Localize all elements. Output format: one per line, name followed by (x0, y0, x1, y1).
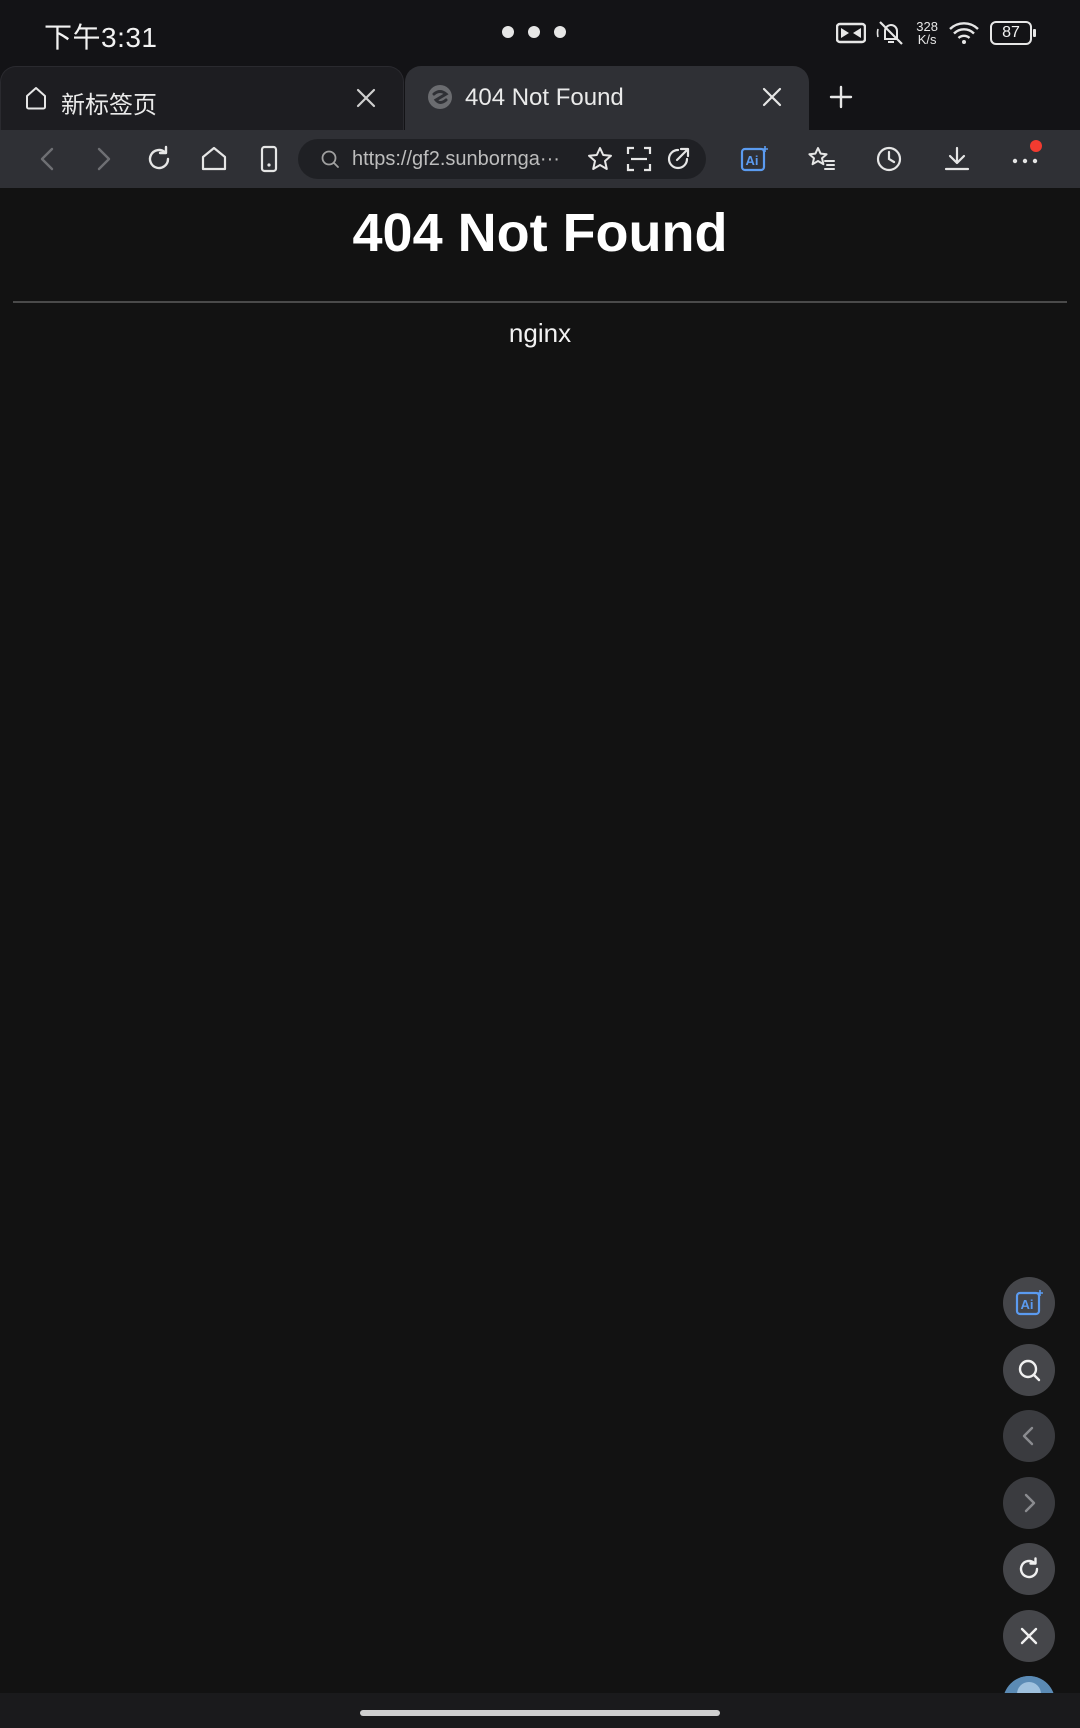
navigation-bar (0, 1693, 1080, 1728)
notification-dot (1030, 140, 1042, 152)
scan-icon[interactable] (625, 145, 653, 173)
forward-icon (1024, 1493, 1036, 1513)
status-bar: 下午3:31 328 K/s 87 (0, 0, 1080, 66)
home-icon[interactable] (199, 144, 229, 174)
tab-404-not-found[interactable]: 404 Not Found (405, 66, 809, 130)
floating-search-button[interactable] (1003, 1344, 1055, 1396)
status-icons: 328 K/s 87 (836, 18, 1036, 48)
forward-icon[interactable] (88, 144, 118, 174)
svg-text:Ai: Ai (1021, 1297, 1034, 1312)
tab-new-tab[interactable]: 新标签页 (0, 66, 404, 130)
net-speed: 328 K/s (916, 19, 938, 47)
mute-bell-icon (876, 21, 904, 45)
device-mode-icon[interactable] (254, 144, 284, 174)
history-clock-icon[interactable] (874, 144, 904, 174)
floating-back-button[interactable] (1003, 1410, 1055, 1462)
favorites-list-icon[interactable] (806, 144, 836, 174)
ai-assistant-icon[interactable]: Ai (739, 144, 769, 174)
wifi-icon (949, 22, 979, 44)
search-icon (321, 150, 339, 168)
close-tab-icon[interactable] (353, 85, 379, 111)
tab-title: 404 Not Found (465, 84, 624, 111)
url-text[interactable]: https://gf2.sunbornga··· (352, 148, 566, 171)
browser-screen: 下午3:31 328 K/s 87 新标签页 404 Not Found htt… (0, 0, 1080, 1728)
web-page-content: 404 Not Found nginx (0, 188, 1080, 1693)
browser-logo-icon (428, 85, 452, 109)
svg-text:Ai: Ai (746, 153, 759, 168)
dual-window-icon (836, 22, 867, 44)
refresh-icon (1019, 1557, 1039, 1579)
search-icon (1018, 1359, 1041, 1382)
bookmark-star-icon[interactable] (586, 145, 614, 173)
back-icon (1022, 1426, 1034, 1446)
floating-close-button[interactable] (1003, 1610, 1055, 1662)
page-title: 404 Not Found (352, 203, 728, 263)
status-time: 下午3:31 (44, 22, 158, 53)
browser-toolbar: https://gf2.sunbornga··· Ai (0, 130, 1080, 188)
ai-assistant-icon: Ai (1015, 1290, 1043, 1316)
horizontal-rule (13, 301, 1067, 303)
back-icon[interactable] (33, 144, 63, 174)
server-signature: nginx (508, 318, 572, 348)
battery-indicator: 87 (990, 21, 1036, 45)
floating-refresh-button[interactable] (1003, 1543, 1055, 1595)
close-icon (1020, 1627, 1038, 1645)
multiwindow-dots-icon[interactable] (502, 26, 566, 38)
share-icon[interactable] (664, 145, 692, 173)
floating-forward-button[interactable] (1003, 1477, 1055, 1529)
tab-title: 新标签页 (61, 92, 157, 119)
close-tab-icon[interactable] (759, 84, 785, 110)
home-indicator[interactable] (360, 1710, 720, 1716)
refresh-icon[interactable] (144, 144, 174, 174)
tab-strip: 新标签页 404 Not Found (0, 66, 1080, 130)
floating-ai-button[interactable]: Ai (1003, 1277, 1055, 1329)
download-icon[interactable] (942, 144, 972, 174)
address-bar[interactable]: https://gf2.sunbornga··· (298, 139, 706, 179)
home-icon (26, 87, 46, 110)
new-tab-plus-icon[interactable] (826, 82, 856, 112)
